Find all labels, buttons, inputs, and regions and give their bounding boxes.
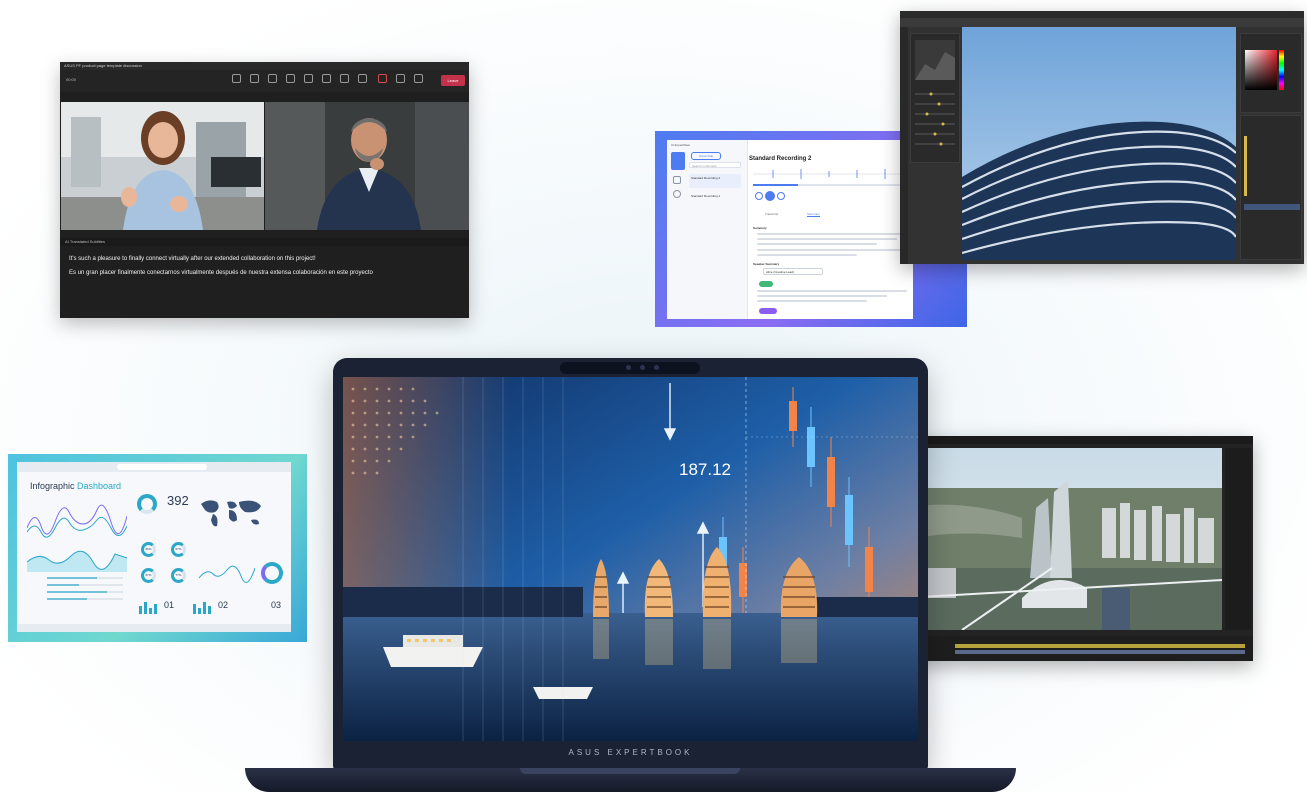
progress-ring: 67%: [171, 542, 186, 557]
bar-chart: [193, 600, 211, 614]
recording-list-item[interactable]: Standard Recording 2: [689, 174, 741, 188]
speaker-select[interactable]: Alice (Creative Lead): [763, 268, 823, 275]
notes-icon[interactable]: [322, 74, 331, 83]
price-readout: 187.12: [679, 460, 731, 479]
adjustments-panel[interactable]: [910, 33, 960, 163]
effects-panel[interactable]: [1225, 448, 1251, 630]
laptop-brand: ASUS EXPERTBOOK: [568, 748, 693, 757]
bar-chart: [139, 600, 157, 614]
editor-canvas[interactable]: [962, 27, 1236, 260]
step-number: 03: [271, 600, 282, 610]
webcam-bar: [560, 362, 700, 374]
meeting-timer: 00:00: [66, 77, 77, 82]
progress-ring: 67%: [141, 568, 156, 583]
react-icon[interactable]: [286, 74, 295, 83]
caption-spanish: Es un gran placer finalmente conectarnos…: [69, 270, 373, 276]
timeline[interactable]: [895, 636, 1253, 661]
import-file-button[interactable]: Import File: [691, 152, 721, 160]
laptop-notch: [520, 768, 740, 774]
rewind-icon[interactable]: [755, 192, 763, 200]
mic-icon[interactable]: [396, 74, 405, 83]
address-bar[interactable]: [117, 464, 207, 470]
progress-ring: 86%: [141, 542, 156, 557]
page-title: Infographic Dashboard: [30, 481, 122, 491]
status-badge: [759, 281, 773, 287]
photo-editor-window: [900, 11, 1304, 264]
color-panel[interactable]: [1240, 33, 1302, 113]
recorder-window: AI ExpertMeet Import File Search in Reco…: [667, 140, 913, 319]
participant-video-2: [265, 102, 469, 230]
chat-icon[interactable]: [232, 74, 241, 83]
big-value: 392: [167, 493, 189, 508]
people-icon[interactable]: [250, 74, 259, 83]
waveform: [753, 168, 908, 180]
summary-heading: Summary: [753, 226, 767, 230]
area-chart: [26, 546, 128, 572]
recording-list-item[interactable]: Standard Recording 1: [689, 192, 741, 206]
teams-meeting-window: ASUS PF product page template discussion…: [60, 62, 469, 318]
world-map: [199, 496, 265, 532]
slider-list: [27, 574, 127, 604]
apps-icon[interactable]: [340, 74, 349, 83]
participant-video-1: [61, 102, 264, 230]
line-chart: [198, 562, 256, 584]
folder-icon[interactable]: [673, 176, 681, 184]
editor-options-bar: [900, 18, 1304, 27]
donut-chart: [261, 562, 283, 584]
taskbar[interactable]: [17, 624, 291, 632]
share-icon[interactable]: [414, 74, 423, 83]
more-icon[interactable]: [358, 74, 367, 83]
caption-english: It's such a pleasure to finally connect …: [69, 256, 316, 262]
tools-panel[interactable]: [900, 27, 908, 264]
leave-button[interactable]: Leave: [441, 75, 465, 86]
progress-ring: 77%: [171, 568, 186, 583]
play-icon[interactable]: [765, 191, 775, 201]
record-nav-icon[interactable]: [671, 152, 685, 170]
tab-transcript[interactable]: Transcript: [765, 212, 778, 216]
editor-menubar: [895, 436, 1253, 444]
recording-title: Standard Recording 2: [749, 156, 812, 162]
line-chart: [26, 498, 128, 542]
editor-menubar: [900, 11, 1304, 18]
window-title: ASUS PF product page template discussion: [60, 62, 469, 70]
tab-summary[interactable]: Summary: [807, 212, 820, 217]
status-badge: [759, 308, 777, 314]
search-input[interactable]: Search in Records: [689, 162, 741, 168]
speaker-heading: Speaker Summary: [753, 262, 780, 266]
playback-progress[interactable]: [753, 184, 903, 186]
gauge: [137, 494, 157, 514]
step-number: 01: [164, 600, 175, 610]
dashboard-window: Infographic Dashboard 392 86% 67% 67% 77…: [17, 462, 291, 632]
settings-icon[interactable]: [673, 190, 681, 198]
video-editor-window: [895, 436, 1253, 661]
raise-hand-icon[interactable]: [268, 74, 277, 83]
video-preview[interactable]: [902, 448, 1222, 630]
view-icon[interactable]: [304, 74, 313, 83]
camera-icon[interactable]: [378, 74, 387, 83]
recordings-sidebar: AI ExpertMeet Import File Search in Reco…: [667, 140, 748, 319]
app-name: AI ExpertMeet: [671, 143, 691, 147]
meeting-toolbar: 00:00 Leave: [60, 70, 469, 92]
captions-header: AI Translated Subtitles: [60, 238, 469, 246]
layers-panel[interactable]: [1240, 115, 1302, 260]
laptop-screen-wallpaper: 187.12: [343, 377, 918, 741]
step-number: 02: [218, 600, 229, 610]
forward-icon[interactable]: [777, 192, 785, 200]
